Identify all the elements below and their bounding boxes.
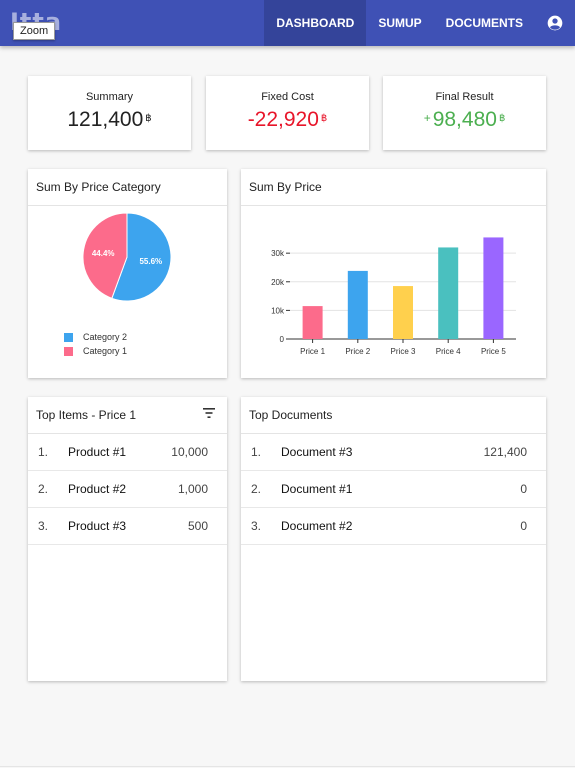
item-index: 2. — [37, 482, 48, 496]
nav-tabs: DASHBOARD SUMUP DOCUMENTS — [264, 0, 575, 46]
item-name: Document #1 — [281, 482, 353, 496]
list-item[interactable]: 2. Document #1 0 — [241, 471, 546, 508]
bar-4[interactable] — [438, 247, 459, 339]
legend-label: Category 1 — [83, 346, 128, 356]
item-value: 10,000 — [171, 445, 208, 459]
currency-symbol: ฿ — [498, 113, 506, 124]
stat-value: 121,400 — [67, 108, 144, 131]
stat-value-row: -22,920 ฿ — [206, 108, 369, 132]
currency-symbol: ฿ — [320, 113, 328, 124]
top-app-bar: Itta Zoom DASHBOARD SUMUP DOCUMENTS — [0, 0, 575, 46]
list-item[interactable]: 1. Document #3 121,400 — [241, 434, 546, 471]
account-circle-icon — [547, 15, 563, 31]
item-value: 0 — [520, 519, 527, 533]
stat-value-row: +98,480 ฿ — [383, 108, 546, 132]
tab-sumup[interactable]: SUMUP — [366, 0, 433, 46]
page-divider — [0, 766, 575, 767]
pie-chart: 55.6% 44.4% — [82, 213, 172, 302]
item-name: Product #3 — [68, 519, 127, 533]
card-title: Sum By Price — [241, 169, 546, 206]
bar-5[interactable] — [483, 237, 504, 339]
card-title: Sum By Price Category — [28, 169, 227, 206]
top-items-list: 1. Product #1 10,000 2. Product #2 1,000… — [28, 434, 227, 545]
item-index: 1. — [250, 445, 261, 459]
price-bar-card: Sum By Price 0 10k 20k 30k Price 1 Price 2 Pri… — [241, 169, 546, 378]
item-index: 1. — [37, 445, 48, 459]
top-items-card: Top Items - Price 1 1. Product #1 10,000… — [28, 397, 227, 681]
legend-swatch — [64, 332, 73, 342]
bar-1[interactable] — [302, 306, 323, 339]
item-name: Document #2 — [281, 519, 353, 533]
account-button[interactable] — [535, 0, 575, 46]
tab-documents[interactable]: DOCUMENTS — [434, 0, 535, 46]
y-tick-label: 20k — [271, 278, 285, 287]
item-index: 2. — [250, 482, 261, 496]
fixed-cost-card: Fixed Cost -22,920 ฿ — [206, 76, 369, 150]
price-category-pie-card: Sum By Price Category 55.6% 44.4% Categor… — [28, 169, 227, 378]
final-result-card: Final Result +98,480 ฿ — [383, 76, 546, 150]
item-name: Product #1 — [68, 445, 127, 459]
top-documents-list: 1. Document #3 121,400 2. Document #1 0 … — [241, 434, 546, 545]
stat-label: Final Result — [435, 91, 494, 103]
x-tick-label: Price 2 — [345, 347, 370, 356]
bar-2[interactable] — [347, 270, 368, 339]
bar-chart: 0 10k 20k 30k Price 1 Price 2 Price 3 Price 4 Pr… — [271, 237, 516, 356]
card-title: Top Documents — [241, 397, 546, 434]
zoom-tooltip: Zoom — [13, 22, 56, 40]
legend-item: Category 2 — [64, 330, 127, 344]
stat-value-row: 121,400 ฿ — [28, 108, 191, 132]
top-documents-card: Top Documents 1. Document #3 121,400 2. … — [241, 397, 546, 681]
pie-slice-label: 55.6% — [139, 257, 162, 266]
item-value: 0 — [520, 482, 527, 496]
item-value: 500 — [187, 519, 208, 533]
item-name: Product #2 — [68, 482, 127, 496]
list-item[interactable]: 1. Product #1 10,000 — [28, 434, 227, 471]
x-tick-label: Price 1 — [300, 347, 325, 356]
legend-label: Category 2 — [83, 332, 128, 342]
item-index: 3. — [37, 519, 48, 533]
stat-label: Summary — [85, 91, 134, 103]
legend-swatch — [64, 346, 73, 356]
pie-legend: Category 2 Category 1 — [64, 330, 127, 358]
y-tick-label: 30k — [271, 249, 285, 258]
card-title: Top Items - Price 1 — [28, 397, 227, 434]
y-tick-label: 0 — [280, 335, 285, 344]
y-tick-label: 10k — [271, 306, 285, 315]
pie-slice-label: 44.4% — [92, 249, 115, 258]
x-tick-label: Price 3 — [391, 347, 416, 356]
stat-value: -22,920 — [247, 108, 319, 131]
filter-icon[interactable] — [203, 408, 215, 418]
bar-3[interactable] — [393, 286, 413, 339]
currency-symbol: ฿ — [145, 113, 152, 124]
list-item[interactable]: 3. Product #3 500 — [28, 508, 227, 545]
x-tick-label: Price 4 — [436, 347, 461, 356]
legend-item: Category 1 — [64, 344, 127, 358]
item-value: 1,000 — [177, 482, 208, 496]
item-value: 121,400 — [483, 445, 527, 459]
x-tick-label: Price 5 — [481, 347, 506, 356]
item-index: 3. — [250, 519, 261, 533]
stat-label: Fixed Cost — [261, 91, 314, 103]
item-name: Document #3 — [281, 445, 353, 459]
stat-prefix: + — [423, 111, 431, 125]
summary-card: Summary 121,400 ฿ — [28, 76, 191, 150]
tab-dashboard[interactable]: DASHBOARD — [264, 0, 367, 46]
list-item[interactable]: 2. Product #2 1,000 — [28, 471, 227, 508]
list-item[interactable]: 3. Document #2 0 — [241, 508, 546, 545]
stat-value: 98,480 — [432, 108, 497, 131]
